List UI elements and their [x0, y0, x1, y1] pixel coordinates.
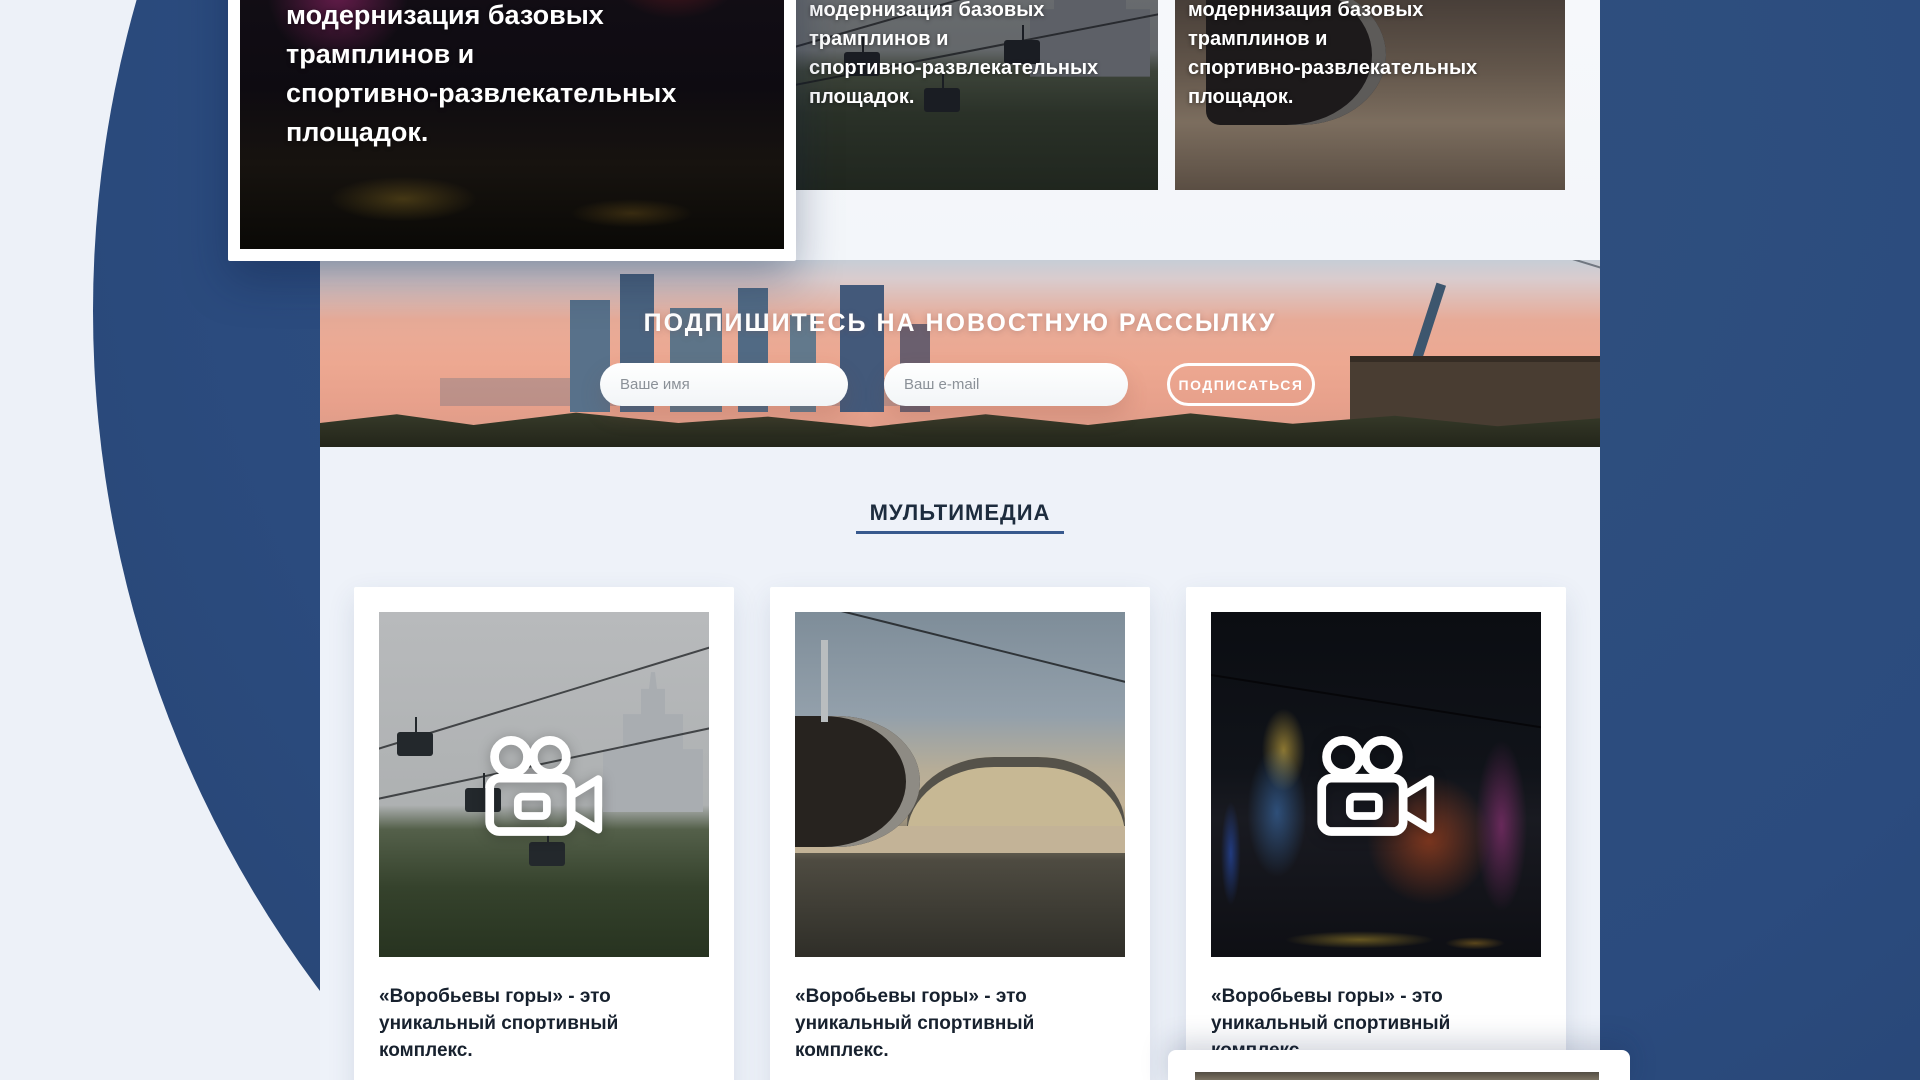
multimedia-heading: МУЛЬТИМЕДИА [320, 500, 1600, 526]
subscribe-button[interactable]: ПОДПИСАТЬСЯ [1167, 363, 1315, 406]
video-camera-icon [480, 732, 608, 836]
caption-line: уникальный спортивный [1211, 1010, 1450, 1037]
news-card-2[interactable]: модернизация базовых трамплинов и спорти… [796, 0, 1158, 190]
caption-line: «Воробьевы горы» - это [379, 983, 618, 1010]
news-excerpt: модернизация базовых трамплинов и спорти… [809, 0, 1098, 112]
caption-line: «Воробьевы горы» - это [1211, 983, 1450, 1010]
gondola-arm [821, 640, 828, 723]
newsletter-title: ПОДПИШИТЕСЬ НА НОВОСТНУЮ РАССЫЛКУ [320, 309, 1600, 338]
news-line: спортивно-развлекательных [1188, 54, 1477, 83]
newsletter-form: ПОДПИСАТЬСЯ [320, 363, 1600, 406]
multimedia-card-3[interactable]: «Воробьевы горы» - это уникальный спорти… [1186, 587, 1566, 1080]
gondola-cabin [397, 732, 433, 756]
cable-line [795, 612, 1125, 714]
multimedia-caption: «Воробьевы горы» - это уникальный спорти… [795, 983, 1034, 1064]
news-excerpt: модернизация базовых трамплинов и спорти… [1188, 0, 1477, 112]
caption-line: уникальный спортивный [795, 1010, 1034, 1037]
news-photo-cablecars: модернизация базовых трамплинов и спорти… [796, 0, 1158, 190]
news-card-3[interactable]: модернизация базовых трамплинов и спорти… [1175, 0, 1565, 190]
news-line: площадок. [1188, 83, 1477, 112]
content-column: модернизация базовых трамплинов и спорти… [320, 0, 1600, 1080]
multimedia-caption: «Воробьевы горы» - это уникальный спорти… [379, 983, 618, 1064]
name-input[interactable] [600, 363, 848, 406]
news-line: площадок. [809, 83, 1098, 112]
news-line: модернизация базовых [1188, 0, 1477, 25]
news-card-featured[interactable]: модернизация базовых трамплинов и спорти… [228, 0, 796, 261]
video-popup-thumbnail [1195, 1072, 1599, 1080]
video-popup[interactable] [1168, 1050, 1630, 1080]
stadium-silhouette [907, 757, 1125, 833]
news-line: площадок. [286, 113, 676, 152]
news-line: трамплинов и [809, 25, 1098, 54]
caption-line: уникальный спортивный [379, 1010, 618, 1037]
multimedia-photo-night-lights[interactable] [1211, 612, 1541, 957]
multimedia-photo-cablecars[interactable] [379, 612, 709, 957]
cable-line [929, 260, 1600, 288]
news-line: спортивно-развлекательных [809, 54, 1098, 83]
news-photo-interior: модернизация базовых трамплинов и спорти… [1175, 0, 1565, 190]
heading-underline [856, 531, 1064, 534]
video-camera-icon [1312, 732, 1440, 836]
multimedia-card-2[interactable]: «Воробьевы горы» - это уникальный спорти… [770, 587, 1150, 1080]
multimedia-photo-gondola-stadium[interactable] [795, 612, 1125, 957]
news-line: модернизация базовых [809, 0, 1098, 25]
news-photo-night: модернизация базовых трамплинов и спорти… [240, 0, 784, 249]
cable-line [919, 260, 1600, 272]
news-line: спортивно-развлекательных [286, 74, 676, 113]
caption-line: «Воробьевы горы» - это [795, 983, 1034, 1010]
news-line: трамплинов и [286, 35, 676, 74]
news-line: модернизация базовых [286, 0, 676, 35]
building-silhouette [603, 672, 703, 812]
subscribe-button-label: ПОДПИСАТЬСЯ [1179, 377, 1304, 393]
news-line: трамплинов и [1188, 25, 1477, 54]
caption-line: комплекс. [795, 1037, 1034, 1064]
gondola-cabin [529, 842, 565, 866]
multimedia-card-1[interactable]: «Воробьевы горы» - это уникальный спорти… [354, 587, 734, 1080]
caption-line: комплекс. [379, 1037, 618, 1064]
news-excerpt: модернизация базовых трамплинов и спорти… [286, 0, 676, 152]
newsletter-banner: ПОДПИШИТЕСЬ НА НОВОСТНУЮ РАССЫЛКУ ПОДПИС… [320, 260, 1600, 447]
email-input[interactable] [884, 363, 1128, 406]
